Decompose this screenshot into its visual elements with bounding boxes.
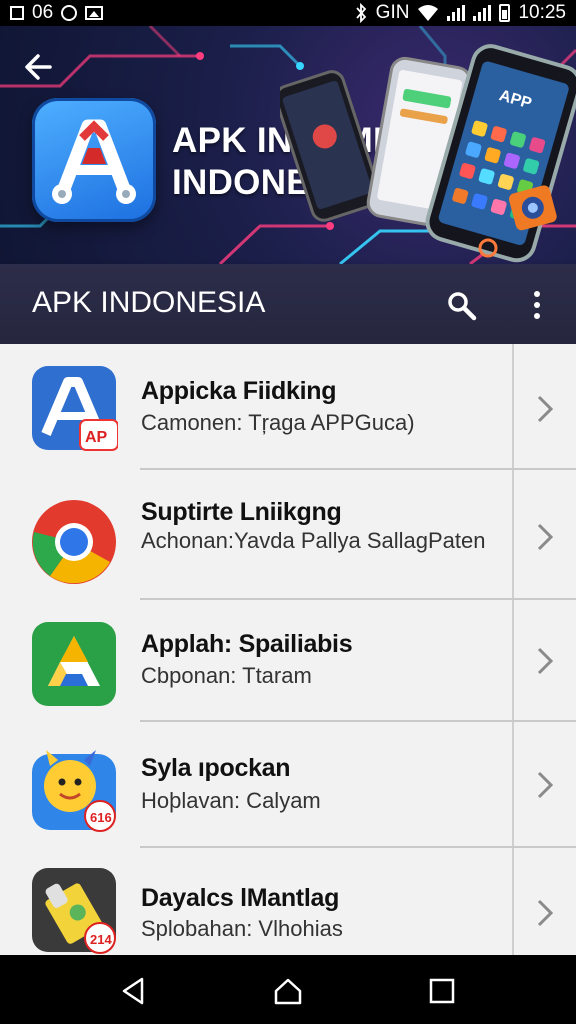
gallery-icon: [85, 6, 104, 20]
list-item-subtitle: Hoþlavan: Calyam: [141, 788, 321, 813]
phones-illustration: APP: [280, 44, 576, 263]
wifi-icon: [418, 5, 439, 21]
list-item-subtitle: Splobahan: Vlhohias: [141, 916, 343, 941]
image-icon: [10, 6, 24, 20]
chrome-icon: [32, 500, 116, 584]
circle-icon: [61, 5, 78, 21]
signal-icon: [447, 5, 466, 21]
list-item-subtitle: Camonen: Tŗaga APPGuca): [141, 410, 415, 435]
app-store-logo-icon: [52, 119, 136, 204]
tool-icon: 214: [32, 868, 116, 954]
app-badge-5: 214: [90, 932, 112, 947]
list-item-subtitle: Cbponan: Ttaram: [141, 663, 312, 688]
app-badge-4: 616: [90, 810, 112, 825]
app-list: AP Appicka Fiidking Camonen: Tŗaga APPGu…: [0, 344, 576, 955]
chevron-right-icon: [537, 523, 554, 551]
chevron-right-icon: [537, 647, 554, 675]
search-icon: [448, 292, 477, 321]
list-item[interactable]: 616 Syla ıpockan Hoþlavan: Calyam: [0, 722, 576, 848]
signal-icon-2: [473, 5, 492, 21]
navigation-bar: [0, 955, 576, 1024]
list-item-title: Dayalcs lMantlag: [141, 884, 340, 912]
search-button[interactable]: [446, 290, 478, 322]
list-item-title: Syla ıpockan: [141, 754, 291, 782]
list-item[interactable]: 214 Dayalcs lMantlag Splobahan: Vlhohias: [0, 848, 576, 955]
app-store-icon: AP: [32, 366, 118, 451]
smiley-icon: 616: [32, 750, 116, 832]
app-toolbar: APK INDONESIA: [0, 264, 576, 344]
status-bar: 06 GIN 10:25: [0, 0, 576, 26]
more-vert-icon: [526, 291, 548, 319]
list-item[interactable]: AP Appicka Fiidking Camonen: Tŗaga APPGu…: [0, 344, 576, 470]
recents-icon[interactable]: [426, 975, 458, 1007]
chevron-right-icon: [537, 395, 554, 423]
status-time: 10:25: [518, 2, 566, 23]
network-label: GIN: [375, 2, 410, 23]
app-logo: [32, 98, 156, 222]
chevron-right-icon: [537, 899, 554, 927]
bluetooth-icon: [355, 3, 366, 23]
drive-icon: [32, 622, 116, 706]
list-item-title: Appicka Fiidking: [141, 377, 337, 405]
list-item[interactable]: Applah: Spailiabis Cbponan: Ttaram: [0, 600, 576, 722]
status-right: GIN 10:25: [354, 2, 566, 24]
more-options-button[interactable]: [526, 288, 548, 322]
list-item-title: Applah: Spailiabis: [141, 630, 353, 658]
back-button[interactable]: [22, 50, 56, 84]
battery-icon: [499, 4, 511, 22]
status-left-text: 06: [32, 2, 54, 23]
header-banner: APK INDAMIR INDONESIA APP: [0, 26, 576, 264]
list-item-subtitle: Achonan:Yavda Pallya SallagPaten: [141, 528, 486, 553]
list-item[interactable]: Suptirte Lniikgng Achonan:Yavda Pallya S…: [0, 470, 576, 600]
app-badge-1: AP: [85, 429, 108, 446]
list-item-title: Suptirte Lniikgng: [141, 498, 342, 526]
status-left: 06: [10, 2, 104, 24]
chevron-right-icon: [537, 771, 554, 799]
back-icon[interactable]: [118, 975, 150, 1007]
toolbar-title: APK INDONESIA: [32, 286, 266, 319]
home-icon[interactable]: [272, 975, 304, 1007]
arrow-back-icon: [25, 54, 52, 80]
